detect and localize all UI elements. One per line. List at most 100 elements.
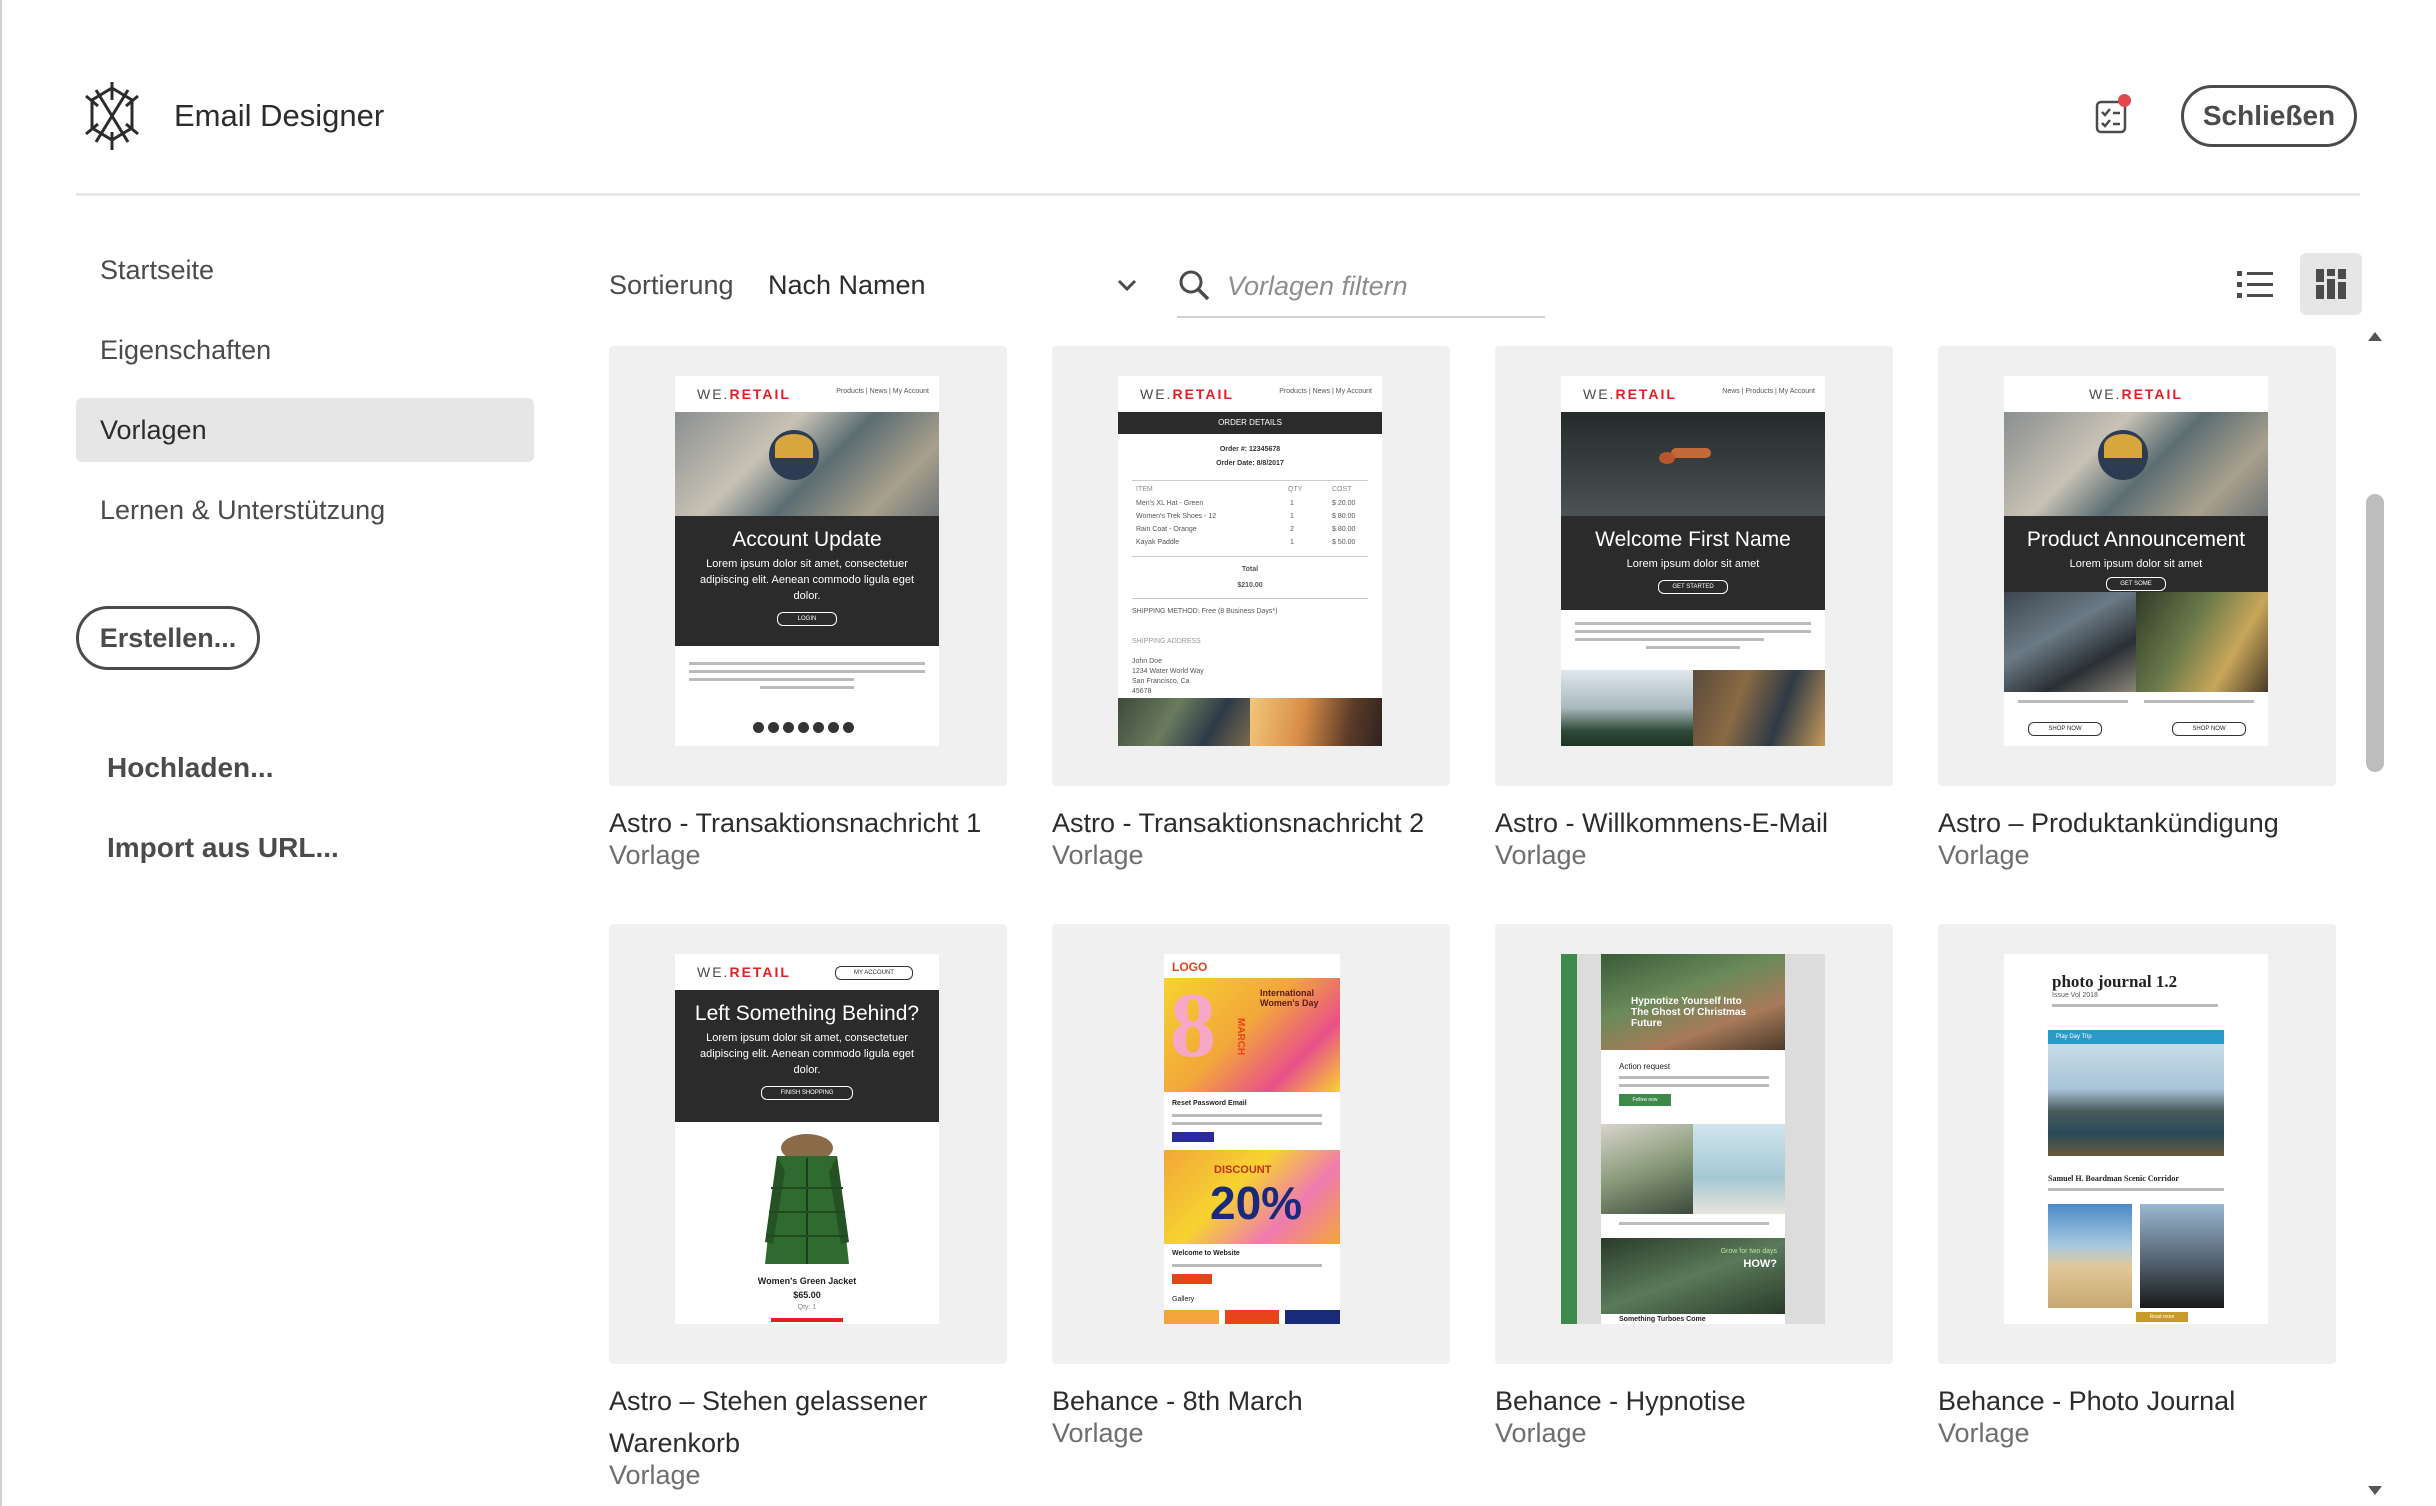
- preview-discount-banner: DISCOUNT 20%: [1164, 1150, 1340, 1244]
- preview-headline: Account Update: [732, 528, 882, 551]
- preview-brand: WE.: [1140, 386, 1173, 402]
- upload-link[interactable]: Hochladen...: [107, 752, 273, 784]
- preview-brand-accent: RETAIL: [729, 964, 791, 980]
- preview-row-cost: $ 80.00: [1332, 526, 1356, 533]
- template-preview: LOGO 8 MARCH International Women's Day R…: [1164, 954, 1340, 1324]
- preview-row-item: Men's XL Hat - Green: [1136, 500, 1204, 507]
- preview-row-cost: $ 20.00: [1332, 500, 1356, 507]
- preview-cta: Follow now: [1619, 1094, 1671, 1106]
- template-type: Vorlage: [1052, 840, 1144, 870]
- preview-footer: Something Turboes Come: [1619, 1316, 1706, 1323]
- scrollbar-thumb[interactable]: [2366, 494, 2384, 772]
- preview-photo-coast: [2048, 1044, 2224, 1156]
- template-thumbnail: WE.RETAIL Products | News | My Account O…: [1052, 346, 1450, 786]
- preview-title: photo journal 1.2: [2052, 972, 2178, 991]
- filter-field: [1177, 256, 1545, 318]
- preview-qty: Qty: 1: [797, 1304, 817, 1311]
- hero-banner: Welcome First Name Lorem ipsum dolor sit…: [1561, 516, 1825, 610]
- preview-col-cost: COST: [1332, 486, 1352, 493]
- hero-photo-swimmer: [1561, 412, 1825, 516]
- preview-photo-plant-1: [1601, 1124, 1693, 1214]
- hero-photo: [675, 412, 939, 516]
- preview-brand-accent: RETAIL: [1615, 386, 1677, 402]
- preview-nav: News | Products | My Account: [1722, 388, 1815, 395]
- preview-address-line: San Francisco, Ca: [1132, 678, 1190, 685]
- template-preview: WE.RETAIL Products | News | My Account O…: [1118, 376, 1382, 746]
- preview-brand: WE.: [697, 964, 730, 980]
- preview-order-no: Order #: 12345678: [1219, 446, 1281, 453]
- grid-view-icon: [2316, 269, 2346, 299]
- preview-body: Lorem ipsum dolor sit amet: [2069, 558, 2203, 570]
- preview-header: ORDER DETAILS: [1118, 412, 1382, 434]
- preview-row-qty: 1: [1290, 500, 1294, 507]
- preview-col-item: ITEM: [1136, 486, 1153, 493]
- chevron-down-icon: [1117, 279, 1137, 292]
- preview-grow: Grow for two days: [1720, 1248, 1777, 1255]
- preview-row-cost: $ 50.00: [1332, 539, 1356, 546]
- sidebar-item-lernen[interactable]: Lernen & Unterstützung: [76, 478, 534, 542]
- preview-body: Lorem ipsum dolor sit amet: [1626, 558, 1760, 570]
- preview-photo-bike: [1118, 698, 1250, 746]
- scroll-down-arrow[interactable]: [2368, 1486, 2382, 1495]
- template-name: Astro - Transaktionsnachricht 2: [1052, 808, 1425, 838]
- preview-hero: 8 MARCH International Women's Day: [1164, 974, 1340, 1092]
- preview-total: $210.00: [1237, 582, 1263, 589]
- preview-month: MARCH: [1235, 1018, 1246, 1056]
- header-divider: [76, 193, 2360, 196]
- preview-hero-plant: Hypnotize Yourself Into The Ghost Of Chr…: [1601, 954, 1785, 1050]
- sort-dropdown[interactable]: Nach Namen: [768, 258, 1138, 314]
- preview-row-qty: 2: [1290, 526, 1294, 533]
- preview-photo-people: [2140, 1204, 2224, 1308]
- preview-discount: 20%: [1210, 1177, 1303, 1229]
- preview-brand-accent: RETAIL: [2121, 386, 2183, 402]
- scroll-up-arrow[interactable]: [2368, 332, 2382, 341]
- template-name: Astro – Produktankündigung: [1938, 808, 2279, 838]
- sidebar-item-vorlagen[interactable]: Vorlagen: [76, 398, 534, 462]
- filter-input[interactable]: [1225, 262, 1539, 310]
- preview-shipping: SHIPPING METHOD: Free (8 Business Days*): [1132, 608, 1278, 615]
- preview-caption: International Women's Day: [1260, 988, 1319, 1008]
- preview-cta: FINISH SHOPPING: [761, 1086, 853, 1100]
- preview-cta: GET SOME: [2106, 577, 2166, 591]
- preview-brand: WE.: [697, 386, 730, 402]
- template-type: Vorlage: [609, 1460, 701, 1490]
- preview-address-line: 1234 Water World Way: [1132, 668, 1204, 675]
- hero-banner: Product Announcement Lorem ipsum dolor s…: [2004, 516, 2268, 592]
- preview-body: Lorem ipsum dolor sit amet, consectetuer…: [699, 1032, 915, 1076]
- social-icons: [753, 722, 861, 734]
- preview-total-label: Total: [1241, 566, 1259, 573]
- preview-body: Lorem ipsum dolor sit amet, consectetuer…: [699, 558, 915, 602]
- sidebar-item-startseite[interactable]: Startseite: [76, 238, 534, 302]
- template-preview: photo journal 1.2 Issue Vol 2018 Play Da…: [2004, 954, 2268, 1324]
- preview-gallery: Gallery: [1172, 1296, 1195, 1303]
- preview-photo-bike: [1693, 670, 1825, 746]
- template-thumbnail: WE.RETAIL MY ACCOUNT Left Something Behi…: [609, 924, 1007, 1364]
- preview-photo-plant-2: [1693, 1124, 1785, 1214]
- template-thumbnail: WE.RETAIL Products | News | My Account A…: [609, 346, 1007, 786]
- preview-discount-label: DISCOUNT: [1214, 1164, 1272, 1176]
- template-type: Vorlage: [1052, 1418, 1144, 1448]
- preview-subtitle: Issue Vol 2018: [2052, 992, 2098, 999]
- preview-headline: Welcome First Name: [1595, 528, 1791, 551]
- create-button[interactable]: Erstellen...: [76, 606, 260, 670]
- close-button[interactable]: Schließen: [2181, 85, 2357, 147]
- template-type: Vorlage: [1938, 840, 2030, 870]
- template-preview: Hypnotize Yourself Into The Ghost Of Chr…: [1561, 954, 1825, 1324]
- window-edge: [0, 0, 2, 1506]
- sidebar-item-eigenschaften[interactable]: Eigenschaften: [76, 318, 534, 382]
- template-preview: WE.RETAIL News | Products | My Account W…: [1561, 376, 1825, 746]
- preview-row-qty: 1: [1290, 513, 1294, 520]
- template-thumbnail: photo journal 1.2 Issue Vol 2018 Play Da…: [1938, 924, 2336, 1364]
- preview-photo-sprout: Grow for two days HOW?: [1601, 1238, 1785, 1314]
- preview-photo-boots: [2136, 592, 2268, 692]
- template-thumbnail: WE.RETAIL Product Announcement Lorem ips…: [1938, 346, 2336, 786]
- grid-view-button[interactable]: [2300, 253, 2362, 315]
- preview-brand-accent: RETAIL: [729, 386, 791, 402]
- jacket-image: [765, 1134, 849, 1264]
- preview-price: $65.00: [793, 1290, 821, 1300]
- list-view-icon[interactable]: [2233, 263, 2277, 307]
- import-url-link[interactable]: Import aus URL...: [107, 832, 339, 864]
- preview-nav: Products | News | My Account: [1279, 388, 1372, 395]
- preview-nav: Products | News | My Account: [836, 388, 929, 395]
- preview-row-item: Rain Coat - Orange: [1136, 526, 1197, 533]
